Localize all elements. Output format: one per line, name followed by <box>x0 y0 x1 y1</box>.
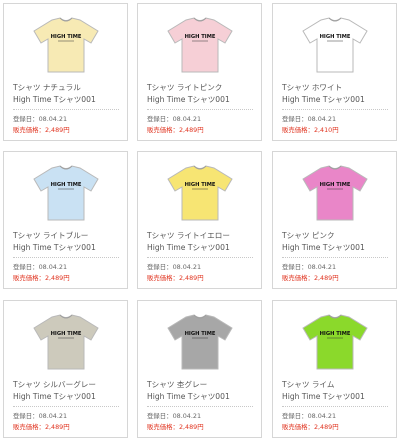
product-card[interactable]: HIGH TIME Tシャツ ホワイト High Time Tシャツ001 登録… <box>272 3 397 141</box>
tshirt-icon[interactable]: HIGH TIME <box>301 16 369 74</box>
registration-date: 登録日：08.04.21 <box>13 115 68 123</box>
divider <box>13 406 119 407</box>
tshirt-icon[interactable]: HIGH TIME <box>166 313 234 371</box>
divider <box>147 406 253 407</box>
svg-text:HIGH TIME: HIGH TIME <box>51 34 82 40</box>
product-name[interactable]: Tシャツ ピンク <box>282 230 388 242</box>
divider <box>13 109 119 110</box>
product-card[interactable]: HIGH TIME Tシャツ ピンク High Time Tシャツ001 登録日… <box>272 151 397 289</box>
product-grid: HIGH TIME Tシャツ ナチュラル High Time Tシャツ001 登… <box>0 0 400 443</box>
registration-date: 登録日：08.04.21 <box>147 263 202 271</box>
divider <box>282 257 388 258</box>
svg-text:HIGH TIME: HIGH TIME <box>320 331 351 337</box>
product-subname[interactable]: High Time Tシャツ001 <box>147 242 253 254</box>
product-subname[interactable]: High Time Tシャツ001 <box>147 391 253 403</box>
product-subname[interactable]: High Time Tシャツ001 <box>147 94 253 106</box>
tshirt-icon[interactable]: HIGH TIME <box>32 16 100 74</box>
registration-date: 登録日：08.04.21 <box>282 412 337 420</box>
product-name[interactable]: Tシャツ シルバーグレー <box>13 379 119 391</box>
sale-price: 販売価格：2,489円 <box>282 423 339 431</box>
product-card[interactable]: HIGH TIME Tシャツ ライトピンク High Time Tシャツ001 … <box>137 3 262 141</box>
tshirt-icon[interactable]: HIGH TIME <box>166 164 234 222</box>
sale-price: 販売価格：2,489円 <box>13 274 70 282</box>
sale-price: 販売価格：2,489円 <box>147 423 204 431</box>
svg-text:HIGH TIME: HIGH TIME <box>185 182 216 188</box>
tshirt-icon[interactable]: HIGH TIME <box>32 313 100 371</box>
sale-price: 販売価格：2,489円 <box>282 274 339 282</box>
divider <box>282 109 388 110</box>
registration-date: 登録日：08.04.21 <box>147 115 202 123</box>
registration-date: 登録日：08.04.21 <box>147 412 202 420</box>
divider <box>147 109 253 110</box>
registration-date: 登録日：08.04.21 <box>282 115 337 123</box>
tshirt-icon[interactable]: HIGH TIME <box>301 313 369 371</box>
product-subname[interactable]: High Time Tシャツ001 <box>282 242 388 254</box>
tshirt-icon[interactable]: HIGH TIME <box>166 16 234 74</box>
tshirt-icon[interactable]: HIGH TIME <box>32 164 100 222</box>
registration-date: 登録日：08.04.21 <box>13 263 68 271</box>
product-card[interactable]: HIGH TIME Tシャツ ライトイエロー High Time Tシャツ001… <box>137 151 262 289</box>
svg-text:HIGH TIME: HIGH TIME <box>185 34 216 40</box>
svg-text:HIGH TIME: HIGH TIME <box>320 182 351 188</box>
sale-price: 販売価格：2,489円 <box>147 274 204 282</box>
divider <box>13 257 119 258</box>
product-subname[interactable]: High Time Tシャツ001 <box>282 391 388 403</box>
svg-text:HIGH TIME: HIGH TIME <box>51 331 82 337</box>
product-name[interactable]: Tシャツ 杢グレー <box>147 379 253 391</box>
sale-price: 販売価格：2,410円 <box>282 126 339 134</box>
product-card[interactable]: HIGH TIME Tシャツ ライム High Time Tシャツ001 登録日… <box>272 300 397 438</box>
product-subname[interactable]: High Time Tシャツ001 <box>13 391 119 403</box>
product-card[interactable]: HIGH TIME Tシャツ ナチュラル High Time Tシャツ001 登… <box>3 3 128 141</box>
product-subname[interactable]: High Time Tシャツ001 <box>13 242 119 254</box>
product-subname[interactable]: High Time Tシャツ001 <box>13 94 119 106</box>
divider <box>282 406 388 407</box>
product-name[interactable]: Tシャツ ライトピンク <box>147 82 253 94</box>
tshirt-icon[interactable]: HIGH TIME <box>301 164 369 222</box>
product-card[interactable]: HIGH TIME Tシャツ ライトブルー High Time Tシャツ001 … <box>3 151 128 289</box>
product-card[interactable]: HIGH TIME Tシャツ 杢グレー High Time Tシャツ001 登録… <box>137 300 262 438</box>
product-name[interactable]: Tシャツ ライトブルー <box>13 230 119 242</box>
sale-price: 販売価格：2,489円 <box>147 126 204 134</box>
sale-price: 販売価格：2,489円 <box>13 126 70 134</box>
registration-date: 登録日：08.04.21 <box>13 412 68 420</box>
product-name[interactable]: Tシャツ ライトイエロー <box>147 230 253 242</box>
product-name[interactable]: Tシャツ ホワイト <box>282 82 388 94</box>
product-name[interactable]: Tシャツ ナチュラル <box>13 82 119 94</box>
svg-text:HIGH TIME: HIGH TIME <box>185 331 216 337</box>
svg-text:HIGH TIME: HIGH TIME <box>320 34 351 40</box>
divider <box>147 257 253 258</box>
product-subname[interactable]: High Time Tシャツ001 <box>282 94 388 106</box>
product-name[interactable]: Tシャツ ライム <box>282 379 388 391</box>
sale-price: 販売価格：2,489円 <box>13 423 70 431</box>
registration-date: 登録日：08.04.21 <box>282 263 337 271</box>
svg-text:HIGH TIME: HIGH TIME <box>51 182 82 188</box>
product-card[interactable]: HIGH TIME Tシャツ シルバーグレー High Time Tシャツ001… <box>3 300 128 438</box>
